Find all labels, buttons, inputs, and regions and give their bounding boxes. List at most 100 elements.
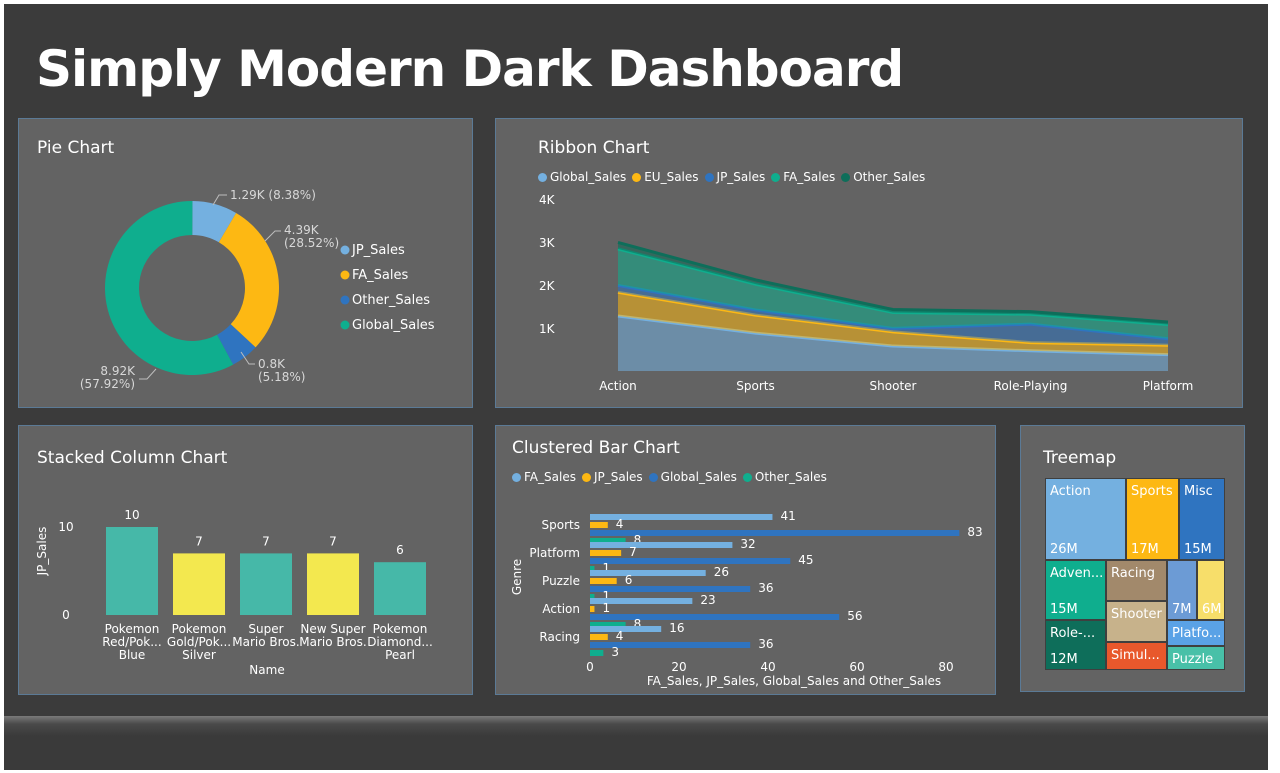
ribbon-x-tick: Action	[599, 379, 637, 393]
clustered-data-label: 4	[616, 629, 624, 643]
stacked-data-label: 6	[396, 543, 404, 557]
treemap-cell[interactable]: Adven... 15M	[1045, 560, 1106, 620]
clustered-y-tick: Racing	[539, 630, 580, 644]
ribbon-y-tick: 3K	[539, 236, 556, 250]
clustered-x-tick: 20	[671, 660, 686, 674]
treemap-cell-label: Action	[1050, 484, 1091, 499]
clustered-data-label: 41	[780, 509, 795, 523]
treemap-cell[interactable]: Misc 15M	[1179, 478, 1225, 560]
clustered-x-tick: 40	[760, 660, 775, 674]
treemap-cell-label: Platfo...	[1172, 626, 1222, 641]
treemap-cell-value: 12M	[1050, 652, 1078, 667]
treemap-cell-label: Shooter	[1111, 607, 1162, 622]
clustered-data-label: 36	[758, 637, 773, 651]
pie-data-label: (28.52%)	[284, 236, 339, 250]
stacked-data-label: 7	[262, 534, 270, 548]
clustered-bar	[590, 550, 622, 556]
pie-legend-label: Other_Sales	[352, 293, 430, 308]
clustered-data-label: 32	[740, 537, 755, 551]
clustered-bar-svg: 0 20 40 60 80FA_Sales, JP_Sales, Global_Sale…	[510, 509, 983, 688]
ribbon-x-tick: Platform	[1143, 379, 1194, 393]
clustered-bar	[590, 634, 608, 640]
treemap-cell[interactable]: 7M	[1167, 560, 1197, 620]
pie-leader-line	[212, 194, 227, 206]
pie-legend-label: FA_Sales	[352, 268, 409, 283]
treemap-cell-value: 26M	[1050, 542, 1078, 557]
ribbon-x-tick: Shooter	[870, 379, 917, 393]
stacked-x-tick: Gold/Pok...	[167, 635, 231, 649]
legend-marker-icon	[340, 245, 350, 255]
clustered-bar	[590, 606, 595, 612]
treemap-cell[interactable]: Shooter	[1106, 601, 1167, 642]
treemap-cell-label: Role-...	[1050, 626, 1096, 641]
clustered-data-label: 83	[967, 525, 982, 539]
ribbon-y-tick: 2K	[539, 279, 556, 293]
treemap-cell[interactable]: Simul...	[1106, 642, 1167, 670]
treemap-cell[interactable]: Racing	[1106, 560, 1167, 601]
stacked-x-axis-label: Name	[249, 663, 284, 677]
pie-legend-label: JP_Sales	[351, 243, 405, 258]
bottom-band	[4, 716, 1272, 770]
page-margin	[1268, 0, 1280, 773]
pie-data-label: 0.8K	[258, 357, 286, 371]
treemap-cell[interactable]: Puzzle	[1167, 646, 1225, 670]
stacked-y-tick: 10	[58, 520, 73, 534]
treemap-cell[interactable]: Action 26M	[1045, 478, 1126, 560]
treemap-cell[interactable]: Sports 17M	[1126, 478, 1179, 560]
legend-marker-icon	[340, 295, 350, 305]
clustered-x-tick: 80	[938, 660, 953, 674]
treemap-cell-value: 6M	[1202, 602, 1222, 617]
stacked-x-tick: Mario Bros.	[299, 635, 366, 649]
stacked-column-panel[interactable]: Stacked Column Chart 10 0 JP_Sales 10 Pokemo…	[18, 425, 473, 695]
pie-data-label: (5.18%)	[258, 370, 305, 384]
pie-chart-svg: 1.29K (8.38%) 4.39K(28.52%) 0.8K(5.18%) 8.9…	[80, 188, 435, 391]
stacked-column-svg: 100JP_Sales10PokemonRed/Pok...Blue7Pokem…	[35, 508, 433, 677]
stacked-column-bar	[307, 553, 359, 615]
ribbon-chart-svg: 1K 2K 3K 4K Action Sports Shooter Role-Playing P…	[539, 193, 1194, 393]
treemap-cell-label: Sports	[1131, 484, 1173, 499]
stacked-y-axis-label: JP_Sales	[35, 527, 49, 577]
legend-marker-icon	[340, 270, 350, 280]
stacked-x-tick: Mario Bros.	[232, 635, 299, 649]
clustered-data-label: 4	[616, 517, 624, 531]
stacked-data-label: 7	[195, 534, 203, 548]
stacked-x-tick: Pokemon	[373, 622, 428, 636]
pie-leader-line	[264, 230, 281, 242]
clustered-y-axis-label: Genre	[510, 559, 524, 595]
clustered-bar	[590, 570, 706, 576]
stacked-x-tick: Pokemon	[172, 622, 227, 636]
ribbon-y-tick: 1K	[539, 322, 556, 336]
clustered-data-label: 23	[700, 593, 715, 607]
treemap-cell-value: 17M	[1131, 542, 1159, 557]
ribbon-x-tick: Role-Playing	[994, 379, 1068, 393]
clustered-data-label: 16	[669, 621, 684, 635]
stacked-data-label: 10	[124, 508, 139, 522]
clustered-data-label: 7	[629, 545, 637, 559]
clustered-x-tick: 0	[586, 660, 594, 674]
ribbon-chart-panel[interactable]: Ribbon Chart Global_Sales EU_Sales JP_Sale…	[495, 118, 1243, 408]
clustered-bar	[590, 542, 733, 548]
dashboard-canvas: Simply Modern Dark Dashboard Pie Chart 1…	[4, 4, 1272, 770]
stacked-x-tick: New Super	[300, 622, 365, 636]
stacked-column-bar	[106, 527, 158, 615]
pie-data-label: (57.92%)	[80, 377, 135, 391]
treemap-cell-value: 15M	[1184, 542, 1212, 557]
clustered-y-tick: Puzzle	[542, 574, 580, 588]
treemap-cell-label: Racing	[1111, 566, 1155, 581]
stacked-x-tick: Super	[248, 622, 283, 636]
stacked-x-tick: Red/Pok...	[102, 635, 161, 649]
treemap-cell[interactable]: 6M	[1197, 560, 1225, 620]
pie-data-label: 4.39K	[284, 223, 320, 237]
stacked-column-bar	[173, 553, 225, 615]
clustered-data-label: 26	[714, 565, 729, 579]
stacked-data-label: 7	[329, 534, 337, 548]
stacked-x-tick: Pearl	[385, 648, 415, 662]
clustered-bar-panel[interactable]: Clustered Bar Chart FA_Sales JP_Sales Glob…	[495, 425, 996, 695]
pie-chart-panel[interactable]: Pie Chart 1.29K (8.38%) 4.39K (28.52%) 0.8K…	[18, 118, 473, 408]
treemap-cell[interactable]: Role-... 12M	[1045, 620, 1106, 670]
clustered-bar	[590, 530, 960, 536]
treemap-cell-label: Puzzle	[1172, 652, 1214, 667]
treemap-cell-label: Misc	[1184, 484, 1213, 499]
treemap-panel[interactable]: Treemap Action 26M Sports 17M Misc 15M Adven..…	[1020, 425, 1245, 692]
treemap-cell[interactable]: Platfo...	[1167, 620, 1225, 646]
